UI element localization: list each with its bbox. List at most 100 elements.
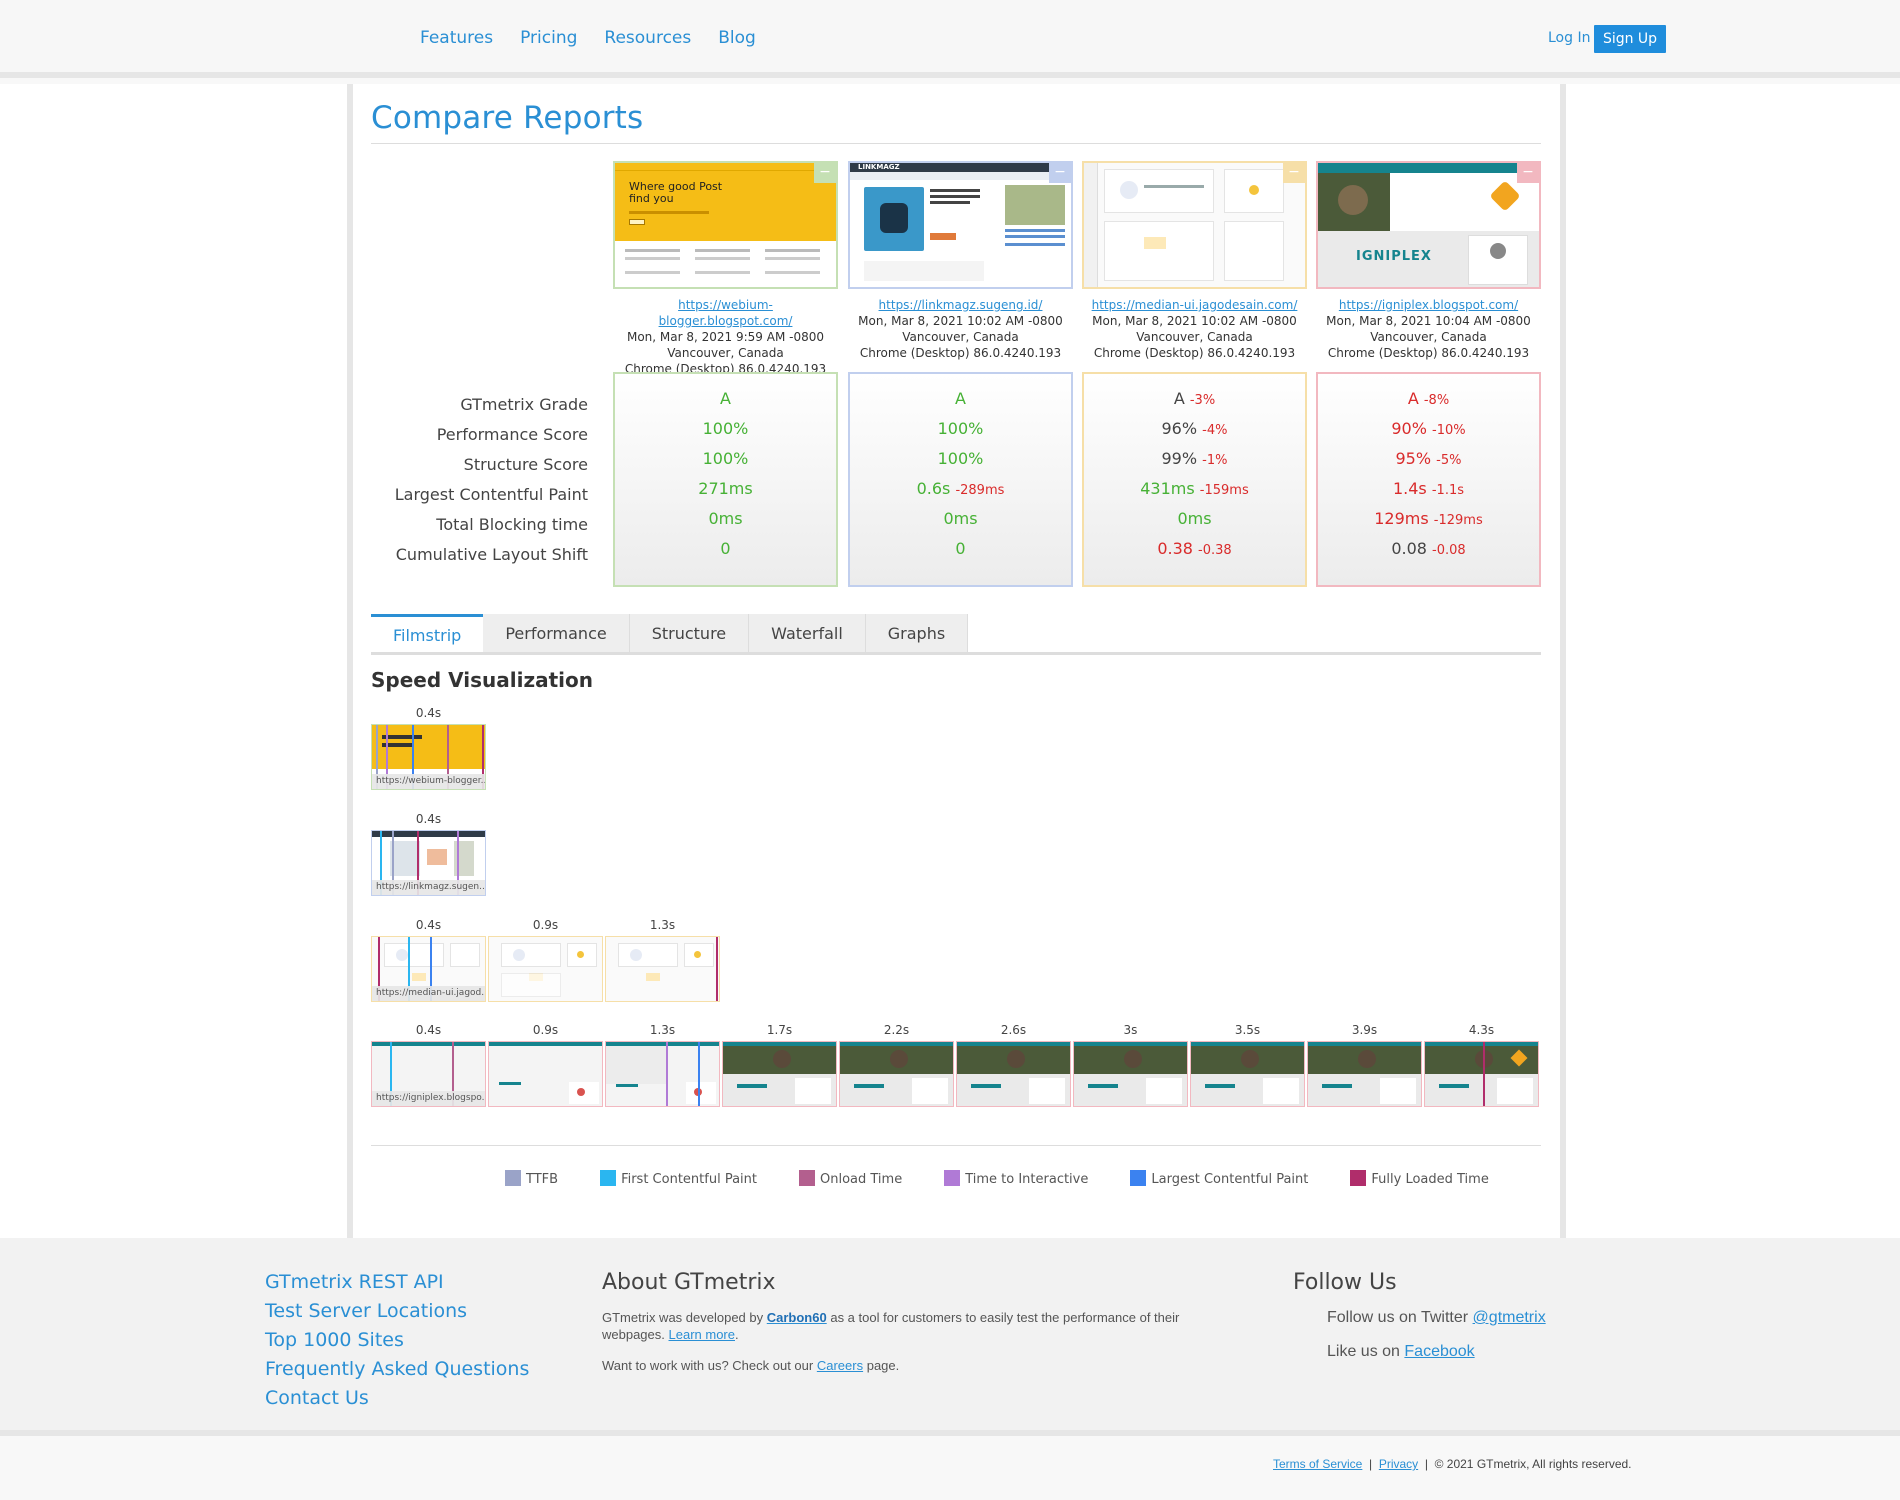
frame-time: 0.9s xyxy=(532,1023,559,1037)
label-tbt: Total Blocking time xyxy=(436,515,588,534)
frame-screenshot xyxy=(605,936,720,1002)
filmstrip-frame[interactable]: 0.4s https://linkmagz.sugen... xyxy=(371,808,486,896)
frame-url-caption: https://igniplex.blogspo... xyxy=(372,1091,485,1106)
nav-features[interactable]: Features xyxy=(420,28,493,48)
metric-labels: GTmetrix Grade Performance Score Structu… xyxy=(371,390,588,570)
report-browser: Chrome (Desktop) 86.0.4240.193 xyxy=(1327,346,1530,360)
legend-swatch xyxy=(505,1170,521,1186)
nav-blog[interactable]: Blog xyxy=(718,28,756,48)
cls-delta: -0.08 xyxy=(1432,543,1466,558)
filmstrip-frame[interactable]: 1.3s xyxy=(605,914,720,1002)
report-browser: Chrome (Desktop) 86.0.4240.193 xyxy=(1093,346,1296,360)
report-meta-1: https://webium-blogger.blogspot.com/ Mon… xyxy=(613,297,838,377)
login-link[interactable]: Log In xyxy=(1548,30,1590,46)
report-thumbnail-3[interactable]: − xyxy=(1082,161,1307,289)
legend-swatch xyxy=(799,1170,815,1186)
copyright-bar: Terms of Service | Privacy | © 2021 GTme… xyxy=(1273,1457,1632,1471)
report-thumbnail-2[interactable]: LINKMAGZ − xyxy=(848,161,1073,289)
legend-item-fcp: First Contentful Paint xyxy=(600,1170,757,1187)
frame-time: 0.4s xyxy=(415,812,442,826)
privacy-link[interactable]: Privacy xyxy=(1379,1457,1418,1471)
collapse-icon[interactable]: − xyxy=(814,163,836,183)
frame-time: 0.4s xyxy=(415,918,442,932)
page-margin-left xyxy=(0,84,347,1238)
page-title: Compare Reports xyxy=(371,100,644,136)
filmstrip-frame[interactable]: 0.4s https://webium-blogger.... xyxy=(371,702,486,790)
follow-section: Follow Us Follow us on Twitter @gtmetrix… xyxy=(1293,1270,1546,1377)
label-gtmetrix-grade: GTmetrix Grade xyxy=(460,395,588,414)
filmstrip-frame[interactable]: 1.3s xyxy=(605,1019,720,1107)
filmstrip-frame[interactable]: 1.7s xyxy=(722,1019,837,1107)
report-url-link[interactable]: https://webium-blogger.blogspot.com/ xyxy=(613,297,838,329)
filmstrip-frame[interactable]: 0.4s https://igniplex.blogspo... xyxy=(371,1019,486,1107)
about-section: About GTmetrix GTmetrix was developed by… xyxy=(602,1270,1222,1388)
frame-time: 3s xyxy=(1123,1023,1138,1037)
collapse-icon[interactable]: − xyxy=(1283,163,1305,183)
report-column-4: IGNIPLEX − https://igniplex.blogspot.com… xyxy=(1316,161,1541,361)
legend-divider xyxy=(371,1145,1541,1146)
report-browser: Chrome (Desktop) 86.0.4240.193 xyxy=(859,346,1062,360)
about-text: GTmetrix was developed by Carbon60 as a … xyxy=(602,1310,1180,1342)
frame-screenshot xyxy=(488,1041,603,1107)
filmstrip-frame[interactable]: 0.9s xyxy=(488,1019,603,1107)
footer-link-contact[interactable]: Contact Us xyxy=(265,1384,529,1413)
tab-performance[interactable]: Performance xyxy=(483,614,630,654)
footer-link-server-locations[interactable]: Test Server Locations xyxy=(265,1297,529,1326)
filmstrip-frame[interactable]: 3.5s xyxy=(1190,1019,1305,1107)
tab-structure[interactable]: Structure xyxy=(629,614,750,654)
frame-screenshot: https://linkmagz.sugen... xyxy=(371,830,486,896)
report-url-link[interactable]: https://igniplex.blogspot.com/ xyxy=(1316,297,1541,313)
cls-delta: -0.38 xyxy=(1198,543,1232,558)
performance-value: 96% -4% xyxy=(1161,419,1228,438)
structure-value: 100% xyxy=(937,449,984,468)
report-thumbnail-1[interactable]: Where good Post find you − xyxy=(613,161,838,289)
frame-screenshot xyxy=(605,1041,720,1107)
cls-value: 0 xyxy=(720,539,731,558)
filmstrip-frame[interactable]: 3s xyxy=(1073,1019,1188,1107)
signup-button[interactable]: Sign Up xyxy=(1594,25,1666,53)
filmstrip-frame[interactable]: 2.6s xyxy=(956,1019,1071,1107)
label-performance-score: Performance Score xyxy=(436,425,588,444)
tab-filmstrip[interactable]: Filmstrip xyxy=(371,614,484,654)
tab-waterfall[interactable]: Waterfall xyxy=(749,614,866,654)
footer-link-top-sites[interactable]: Top 1000 Sites xyxy=(265,1326,529,1355)
filmstrip-frame[interactable]: 2.2s xyxy=(839,1019,954,1107)
tbt-value: 0ms xyxy=(708,509,743,528)
frame-time: 1.3s xyxy=(649,1023,676,1037)
score-box-1: A 100% 100% 271ms 0ms 0 xyxy=(613,372,838,587)
frame-screenshot xyxy=(1190,1041,1305,1107)
tab-graphs[interactable]: Graphs xyxy=(865,614,969,654)
report-date: Mon, Mar 8, 2021 10:02 AM -0800 xyxy=(1092,314,1297,328)
facebook-link[interactable]: Facebook xyxy=(1404,1343,1474,1360)
filmstrip-frame[interactable]: 0.9s xyxy=(488,914,603,1002)
facebook-line: Like us on Facebook xyxy=(1327,1343,1475,1360)
nav-pricing[interactable]: Pricing xyxy=(520,28,577,48)
report-thumbnail-4[interactable]: IGNIPLEX − xyxy=(1316,161,1541,289)
learn-more-link[interactable]: Learn more xyxy=(669,1327,735,1342)
legend-swatch xyxy=(1350,1170,1367,1186)
frame-time: 3.9s xyxy=(1351,1023,1378,1037)
careers-link[interactable]: Careers xyxy=(817,1358,863,1373)
report-date: Mon, Mar 8, 2021 9:59 AM -0800 xyxy=(626,330,824,344)
report-column-2: LINKMAGZ − https://linkmagz.sugeng.id/ M… xyxy=(848,161,1073,361)
frame-screenshot xyxy=(839,1041,954,1107)
filmstrip-frame[interactable]: 4.3s xyxy=(1424,1019,1539,1107)
report-url-link[interactable]: https://linkmagz.sugeng.id/ xyxy=(848,297,1073,313)
filmstrip-frame[interactable]: 3.9s xyxy=(1307,1019,1422,1107)
terms-link[interactable]: Terms of Service xyxy=(1273,1457,1362,1471)
collapse-icon[interactable]: − xyxy=(1517,163,1539,183)
page-margin-right xyxy=(1566,84,1900,1238)
footer-link-faq[interactable]: Frequently Asked Questions xyxy=(265,1355,529,1384)
label-cls: Cumulative Layout Shift xyxy=(395,545,588,564)
frame-screenshot xyxy=(1307,1041,1422,1107)
carbon60-link[interactable]: Carbon60 xyxy=(767,1310,827,1325)
footer-link-rest-api[interactable]: GTmetrix REST API xyxy=(265,1268,529,1297)
filmstrip-frame[interactable]: 0.4s https://median-ui.jagod... xyxy=(371,914,486,1002)
collapse-icon[interactable]: − xyxy=(1049,163,1071,183)
nav-resources[interactable]: Resources xyxy=(604,28,691,48)
frame-time: 2.6s xyxy=(1000,1023,1027,1037)
twitter-line: Follow us on Twitter @gtmetrix xyxy=(1327,1309,1546,1326)
twitter-link[interactable]: @gtmetrix xyxy=(1473,1309,1546,1326)
legend-item-lcp: Largest Contentful Paint xyxy=(1130,1170,1308,1187)
report-url-link[interactable]: https://median-ui.jagodesain.com/ xyxy=(1082,297,1307,313)
